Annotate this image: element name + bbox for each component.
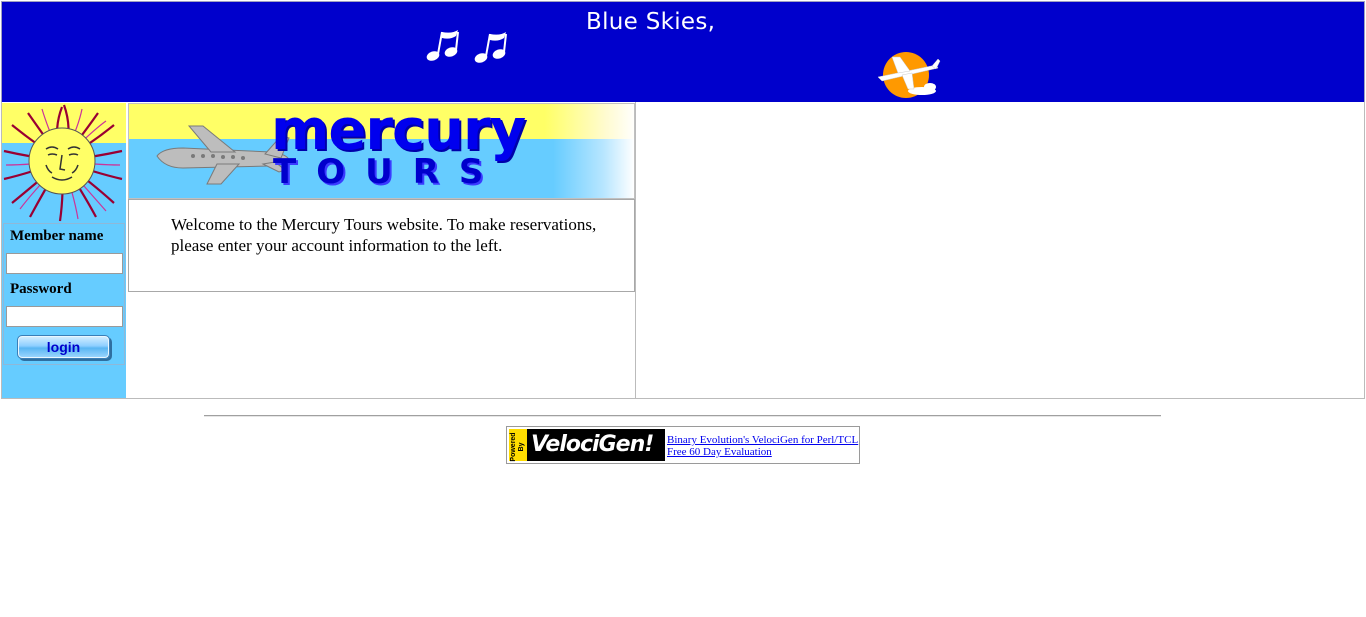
welcome-panel: Welcome to the Mercury Tours website. To… xyxy=(128,199,635,292)
mercury-tours-logo: mercury TOURS xyxy=(128,103,635,199)
member-name-label: Member name xyxy=(10,228,104,244)
password-input[interactable] xyxy=(6,306,123,327)
velocigen-logo-text: VelociGen! xyxy=(531,432,654,457)
top-banner: Blue Skies, xyxy=(1,1,1365,103)
powered-by-tag: Powered By xyxy=(509,429,528,462)
login-button[interactable]: login xyxy=(17,335,110,359)
welcome-text: Welcome to the Mercury Tours website. To… xyxy=(171,215,597,255)
sun-face-logo xyxy=(2,103,126,223)
evaluation-link[interactable]: Free 60 Day Evaluation xyxy=(667,446,772,458)
logo-brand-tours: TOURS xyxy=(273,152,504,192)
member-name-input[interactable] xyxy=(6,253,123,274)
powered-by-banner: Powered By VelociGen! Binary Evolution's… xyxy=(506,426,860,464)
velocigen-link[interactable]: Binary Evolution's VelociGen for Perl/TC… xyxy=(667,434,858,446)
sun-airplane-icon xyxy=(877,52,941,98)
banner-title: Blue Skies, xyxy=(586,9,716,35)
horizontal-rule xyxy=(204,415,1161,417)
velocigen-badge[interactable]: Powered By VelociGen! xyxy=(509,429,665,462)
password-label: Password xyxy=(10,281,72,297)
music-notes-icon xyxy=(426,30,507,63)
frame-divider xyxy=(635,102,636,398)
